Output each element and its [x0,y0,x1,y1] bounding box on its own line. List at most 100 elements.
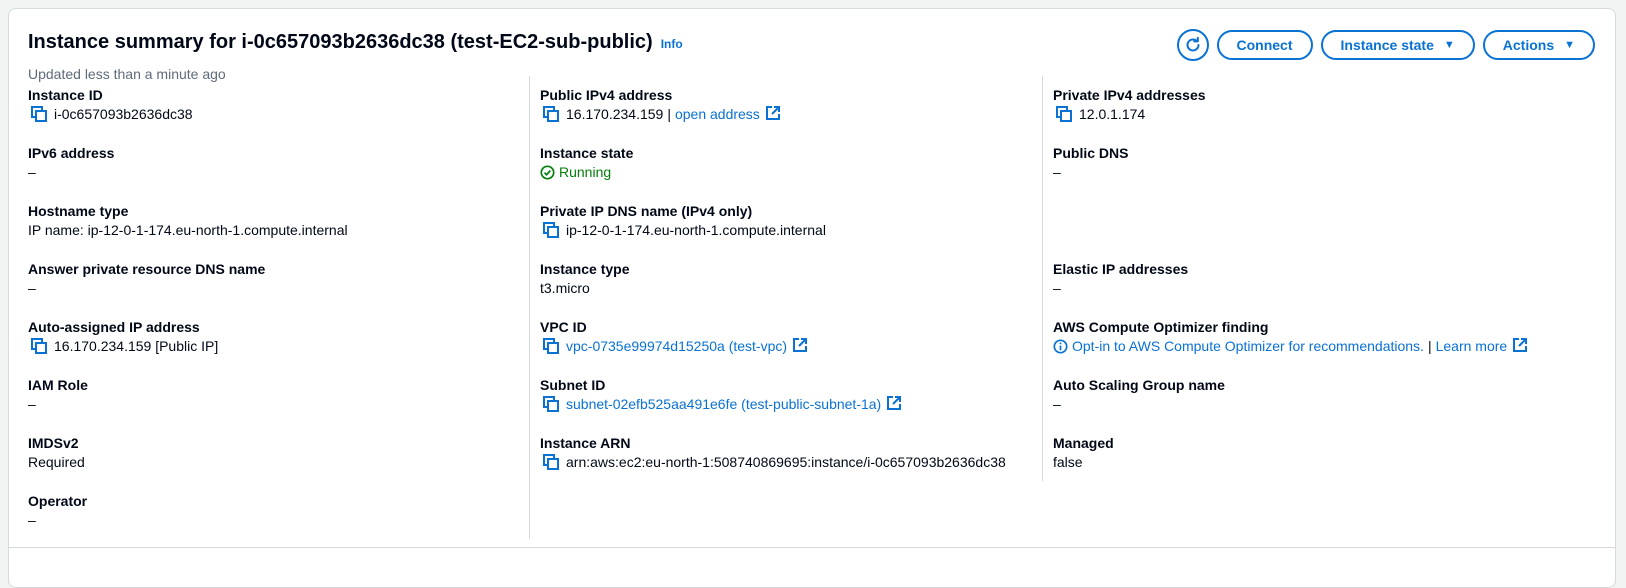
field-label: Instance ARN [540,435,631,451]
instance-summary-panel: Instance summary for i-0c657093b2636dc38… [8,8,1616,588]
copy-icon[interactable] [1053,105,1075,123]
field-label: Answer private resource DNS name [28,261,266,277]
field-value: ip-12-0-1-174.eu-north-1.compute.interna… [566,222,826,238]
actions-button[interactable]: Actions ▼ [1482,30,1595,60]
copy-icon[interactable] [540,337,562,355]
copy-icon[interactable] [540,221,562,239]
connect-button[interactable]: Connect [1216,30,1313,60]
field-subnet-id: Subnet ID subnet-02efb525aa491e6fe (test… [540,376,903,426]
separator: | [1427,338,1432,354]
field-value: i-0c657093b2636dc38 [54,106,193,122]
field-value: – [1053,280,1061,296]
field-label: Managed [1053,435,1114,451]
field-label: Public IPv4 address [540,87,673,103]
field-value: – [28,280,36,296]
field-label: Hostname type [28,203,129,219]
field-label: IPv6 address [28,145,115,161]
field-label: Instance state [540,145,634,161]
connect-label: Connect [1236,37,1293,53]
open-address-link[interactable]: open address [675,104,760,124]
field-label: Auto Scaling Group name [1053,377,1225,393]
header-actions: Connect Instance state ▼ Actions ▼ [1176,29,1595,61]
field-operator: Operator – [28,492,87,542]
field-value: 16.170.234.159 [566,106,664,122]
field-value: Required [28,454,85,470]
caret-down-icon: ▼ [1443,39,1455,51]
field-value: 12.0.1.174 [1079,106,1146,122]
field-label: Operator [28,493,88,509]
instance-state-button[interactable]: Instance state ▼ [1320,30,1475,60]
field-private-ipv4: Private IPv4 addresses 12.0.1.174 [1053,86,1206,136]
field-value: false [1053,454,1083,470]
field-label: VPC ID [540,319,587,335]
field-instance-type: Instance type t3.micro [540,260,629,310]
field-label: Public DNS [1053,145,1129,161]
updated-timestamp: Updated less than a minute ago [28,66,226,82]
field-instance-state: Instance state Running [540,144,633,194]
instance-state-label: Instance state [1340,37,1434,53]
copy-icon[interactable] [28,337,50,355]
field-compute-optimizer: AWS Compute Optimizer finding Opt-in to … [1053,318,1529,368]
info-circle-icon [1053,338,1068,354]
actions-label: Actions [1502,37,1555,53]
external-link-icon[interactable] [1513,338,1529,354]
field-value: t3.micro [540,280,590,296]
external-link-icon[interactable] [765,106,782,122]
refresh-icon [1186,36,1199,52]
field-imdsv2: IMDSv2 Required [28,434,85,484]
field-label: AWS Compute Optimizer finding [1053,319,1269,335]
copy-icon[interactable] [540,453,562,471]
copy-icon[interactable] [540,395,562,413]
caret-down-icon: ▼ [1564,39,1575,51]
optimizer-opt-in-link[interactable]: Opt-in to AWS Compute Optimizer for reco… [1072,336,1424,356]
column-divider [529,76,530,539]
field-label: Private IPv4 addresses [1053,87,1206,103]
field-label: Instance type [540,261,630,277]
field-label: Auto-assigned IP address [28,319,200,335]
external-link-icon[interactable] [887,396,903,412]
field-instance-id: Instance ID i-0c657093b2636dc38 [28,86,193,136]
field-label: IMDSv2 [28,435,79,451]
separator: | [667,106,671,122]
field-elastic-ip: Elastic IP addresses – [1053,260,1188,310]
copy-icon[interactable] [28,105,50,123]
field-private-dns: Private IP DNS name (IPv4 only) ip-12-0-… [540,202,826,252]
field-instance-arn: Instance ARN arn:aws:ec2:eu-north-1:5087… [540,434,1006,484]
field-label: Subnet ID [540,377,606,393]
field-vpc-id: VPC ID vpc-0735e99974d15250a (test-vpc) [540,318,809,368]
field-label: IAM Role [28,377,88,393]
field-value: IP name: ip-12-0-1-174.eu-north-1.comput… [28,222,348,238]
field-label: Elastic IP addresses [1053,261,1189,277]
field-public-dns: Public DNS – [1053,144,1128,194]
field-asg-name: Auto Scaling Group name – [1053,376,1225,426]
field-managed: Managed false [1053,434,1114,484]
copy-icon[interactable] [540,105,562,123]
field-value: – [28,164,36,180]
field-public-ipv4: Public IPv4 address 16.170.234.159 | ope… [540,86,782,136]
field-label: Private IP DNS name (IPv4 only) [540,203,753,219]
vpc-link[interactable]: vpc-0735e99974d15250a (test-vpc) [566,336,787,356]
panel-footer-divider [9,547,1615,548]
field-value: 16.170.234.159 [Public IP] [54,338,219,354]
summary-header: Instance summary for i-0c657093b2636dc38… [28,29,1595,87]
field-hostname-type: Hostname type IP name: ip-12-0-1-174.eu-… [28,202,348,252]
field-value: – [28,512,36,528]
field-iam-role: IAM Role – [28,376,88,426]
field-value: – [1053,396,1061,412]
field-value: arn:aws:ec2:eu-north-1:508740869695:inst… [566,454,1006,470]
field-ipv6: IPv6 address – [28,144,114,194]
page-title: Instance summary for i-0c657093b2636dc38… [28,31,653,53]
field-auto-ip: Auto-assigned IP address 16.170.234.159 … [28,318,218,368]
subnet-link[interactable]: subnet-02efb525aa491e6fe (test-public-su… [566,394,881,414]
refresh-button[interactable] [1176,29,1209,61]
learn-more-link[interactable]: Learn more [1436,336,1508,356]
status-badge: Running [559,164,612,180]
external-link-icon[interactable] [793,338,809,354]
field-value: – [1053,164,1061,180]
status-success-icon [540,164,555,180]
field-value: – [28,396,36,412]
column-divider [1042,76,1043,481]
field-answer-dns: Answer private resource DNS name – [28,260,265,310]
info-link[interactable]: Info [661,37,683,51]
field-label: Instance ID [28,87,103,103]
